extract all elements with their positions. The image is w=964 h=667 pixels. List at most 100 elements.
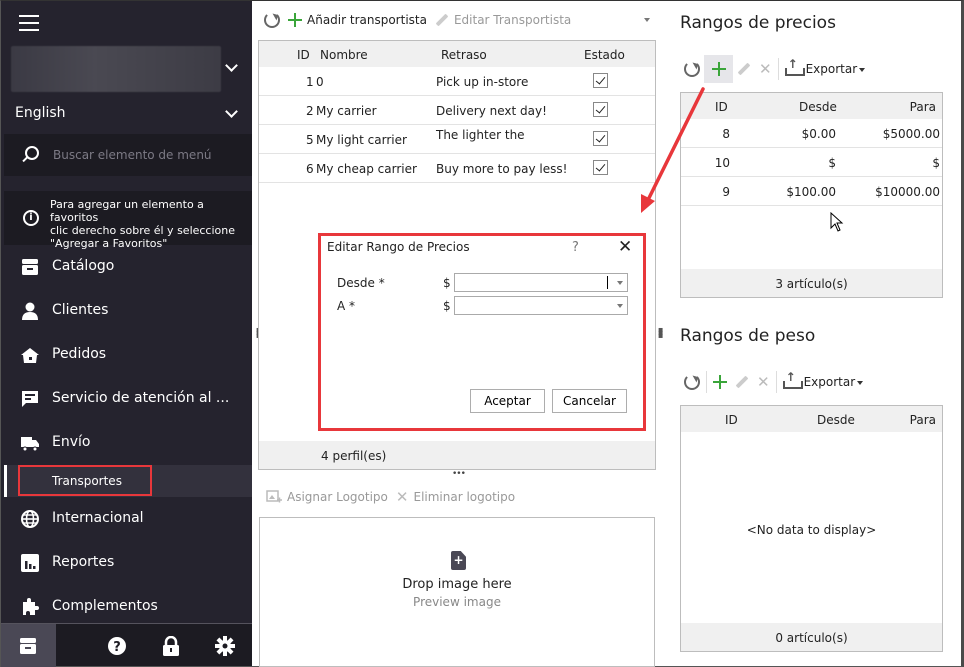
sidebar: English Buscar elemento de menú i Para a… bbox=[1, 1, 252, 667]
refresh-button[interactable] bbox=[680, 369, 704, 395]
table-row[interactable]: 6 My cheap carrier Buy more to pay less! bbox=[259, 154, 655, 183]
column-header-desde[interactable]: Desde bbox=[817, 413, 855, 427]
sidebar-item-label: Reportes bbox=[52, 554, 115, 570]
language-chevron-down-icon[interactable] bbox=[225, 105, 238, 118]
dropdown-arrow-icon[interactable] bbox=[617, 304, 623, 311]
refresh-icon bbox=[684, 374, 700, 390]
plus-icon bbox=[713, 375, 727, 389]
cell-id: 10 bbox=[714, 156, 730, 170]
table-row[interactable]: 10 $ $ bbox=[681, 148, 942, 177]
status-checkbox[interactable] bbox=[593, 102, 608, 117]
cell-delay: Delivery next day! bbox=[436, 104, 547, 118]
logo-drop-zone[interactable]: + Drop image here Preview image bbox=[259, 517, 655, 667]
store-chevron-down-icon[interactable] bbox=[225, 59, 238, 72]
edit-carrier-label: Editar Transportista bbox=[453, 13, 572, 27]
column-header-desde[interactable]: Desde bbox=[799, 100, 837, 114]
empty-grid-message: <No data to display> bbox=[746, 523, 877, 537]
status-checkbox[interactable] bbox=[593, 73, 608, 88]
column-header-estado[interactable]: Estado bbox=[584, 48, 625, 62]
add-price-range-button[interactable] bbox=[704, 55, 733, 83]
weight-ranges-title: Rangos de peso bbox=[680, 326, 816, 346]
weight-ranges-count: 0 artículo(s) bbox=[775, 631, 848, 645]
assign-logo-button[interactable]: Asignar Logotipo bbox=[262, 484, 392, 510]
hamburger-menu-icon[interactable] bbox=[19, 15, 39, 31]
export-label: Exportar bbox=[803, 375, 856, 389]
field-label-a: A * bbox=[337, 299, 356, 313]
puzzle-icon bbox=[23, 598, 39, 615]
lock-icon[interactable] bbox=[161, 636, 181, 656]
help-icon[interactable]: ? bbox=[107, 636, 127, 656]
language-select[interactable]: English bbox=[15, 105, 66, 121]
grid-header: ID Nombre Retraso Estado bbox=[259, 41, 655, 67]
sidebar-item-servicio[interactable]: Servicio de atención al ... bbox=[4, 377, 252, 421]
dropdown-arrow-icon[interactable] bbox=[617, 281, 623, 288]
close-icon: ✕ bbox=[757, 372, 770, 391]
table-row[interactable]: 8 $0.00 $5000.00 bbox=[681, 119, 942, 148]
hint-line: clic derecho sobre él y seleccione bbox=[50, 224, 236, 237]
help-icon[interactable]: ? bbox=[572, 240, 579, 255]
currency-symbol: $ bbox=[443, 299, 451, 313]
column-header-retraso[interactable]: Retraso bbox=[441, 48, 487, 62]
info-icon: i bbox=[23, 210, 39, 226]
assign-logo-label: Asignar Logotipo bbox=[287, 490, 388, 504]
cell-name: 0 bbox=[316, 75, 324, 89]
table-row[interactable]: 1 0 Pick up in-store bbox=[259, 67, 655, 96]
file-add-icon: + bbox=[451, 551, 466, 570]
close-icon[interactable]: ✕ bbox=[618, 237, 632, 257]
column-header-para[interactable]: Para bbox=[910, 100, 936, 114]
cell-id: 1 bbox=[306, 75, 314, 89]
sidebar-item-reportes[interactable]: Reportes bbox=[4, 541, 252, 585]
delete-price-range-button[interactable]: ✕ bbox=[755, 56, 776, 82]
remove-logo-button[interactable]: ✕ Eliminar logotipo bbox=[392, 484, 519, 510]
menu-search-input[interactable]: Buscar elemento de menú bbox=[4, 134, 252, 176]
add-weight-range-button[interactable] bbox=[709, 369, 731, 395]
cancel-button[interactable]: Cancelar bbox=[552, 389, 627, 413]
table-row[interactable]: 9 $100.00 $10000.00 bbox=[681, 177, 942, 206]
splitter-handle[interactable]: ▪▪▪ bbox=[658, 326, 663, 340]
table-row[interactable]: 5 My light carrier The lighter the bbox=[259, 125, 655, 154]
column-header-nombre[interactable]: Nombre bbox=[320, 48, 368, 62]
horizontal-splitter-handle[interactable]: ••• bbox=[452, 469, 466, 479]
sidebar-item-pedidos[interactable]: Pedidos bbox=[4, 333, 252, 377]
cell-id: 6 bbox=[306, 162, 314, 176]
pencil-icon bbox=[737, 62, 751, 76]
table-row[interactable]: 2 My carrier Delivery next day! bbox=[259, 96, 655, 125]
toolbar-separator bbox=[777, 58, 779, 80]
gear-icon[interactable] bbox=[215, 636, 235, 656]
status-checkbox[interactable] bbox=[593, 160, 608, 175]
store-selector[interactable] bbox=[11, 46, 221, 92]
image-add-icon bbox=[266, 490, 282, 503]
sidebar-item-internacional[interactable]: Internacional bbox=[4, 497, 252, 541]
hint-line: Para agregar un elemento a favoritos bbox=[50, 198, 204, 224]
edit-carrier-button[interactable]: Editar Transportista bbox=[431, 7, 575, 33]
sidebar-item-clientes[interactable]: Clientes bbox=[4, 289, 252, 333]
desde-input[interactable] bbox=[454, 273, 628, 292]
weight-ranges-toolbar: ✕ Exportar bbox=[680, 369, 867, 395]
column-header-id[interactable]: ID bbox=[715, 100, 728, 114]
column-header-id[interactable]: ID bbox=[297, 48, 310, 62]
column-header-para[interactable]: Para bbox=[910, 413, 936, 427]
export-button[interactable]: Exportar bbox=[781, 56, 870, 82]
accept-button[interactable]: Aceptar bbox=[470, 389, 545, 413]
edit-weight-range-button[interactable] bbox=[731, 369, 753, 395]
column-header-id[interactable]: ID bbox=[725, 413, 738, 427]
edit-price-range-dialog: Editar Rango de Precios ? ✕ Desde * $ A … bbox=[318, 233, 646, 431]
sidebar-item-catalogo[interactable]: Catálogo bbox=[4, 245, 252, 289]
cell-from: $100.00 bbox=[786, 185, 836, 199]
refresh-button[interactable] bbox=[260, 7, 284, 33]
export-button[interactable]: Exportar bbox=[779, 369, 868, 395]
field-label-desde: Desde * bbox=[337, 276, 385, 290]
cell-to: $ bbox=[932, 156, 940, 170]
sidebar-item-envio[interactable]: Envío bbox=[4, 421, 252, 465]
status-checkbox[interactable] bbox=[593, 131, 608, 146]
toolbar-overflow-dropdown-icon[interactable] bbox=[644, 18, 650, 25]
sidebar-subitem-transportes[interactable]: Transportes bbox=[4, 465, 252, 497]
a-input[interactable] bbox=[454, 296, 628, 315]
home-button[interactable] bbox=[1, 624, 56, 667]
cell-delay: Buy more to pay less! bbox=[436, 162, 568, 176]
add-carrier-button[interactable]: Añadir transportista bbox=[284, 7, 431, 33]
close-icon: ✕ bbox=[395, 487, 409, 506]
refresh-button[interactable] bbox=[680, 56, 704, 82]
edit-price-range-button[interactable] bbox=[733, 56, 755, 82]
delete-weight-range-button[interactable]: ✕ bbox=[753, 369, 774, 395]
